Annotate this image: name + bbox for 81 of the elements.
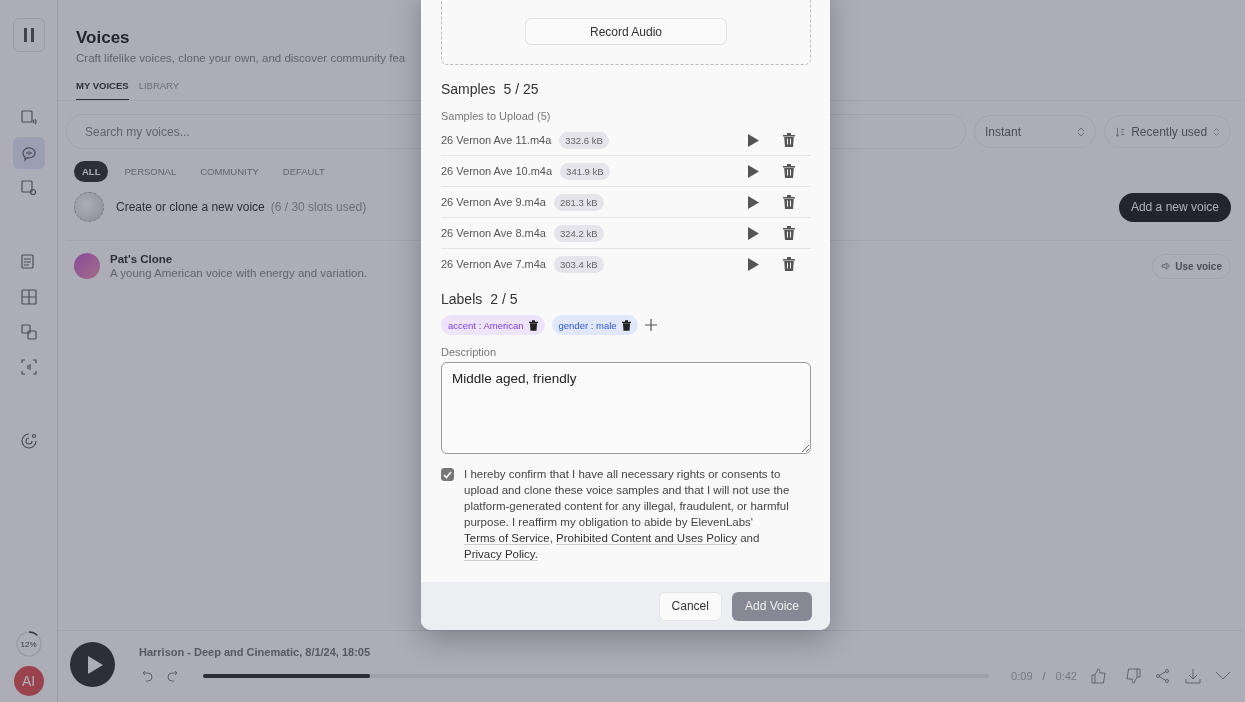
- page-subtitle: Craft lifelike voices, clone your own, and discover community fea: [76, 52, 407, 64]
- labels-count: 2 / 5: [490, 291, 518, 307]
- trash-icon[interactable]: [783, 226, 795, 240]
- play-icon: [85, 654, 104, 675]
- select-dropdown[interactable]: Instant: [974, 115, 1096, 148]
- voice-description: A young American voice with energy and variation.: [110, 267, 367, 279]
- dubbing-icon: [19, 288, 38, 306]
- trash-icon[interactable]: [783, 133, 795, 147]
- speaker-icon: [1161, 261, 1172, 271]
- file-size-badge: 303.4 kB: [554, 255, 604, 273]
- slots-count: (6 / 30 slots used): [270, 200, 367, 214]
- description-label: Description: [441, 346, 498, 358]
- play-icon[interactable]: [747, 133, 759, 147]
- sample-filename: 26 Vernon Ave 11.m4a: [441, 134, 552, 146]
- add-voice-button[interactable]: Add a new voice: [1118, 192, 1231, 222]
- sort-icon: [1115, 125, 1126, 138]
- check-icon: [443, 470, 452, 479]
- pause-icon: [22, 28, 35, 42]
- file-size-badge: 332.6 kB: [559, 131, 609, 149]
- label-tag: gender : male: [551, 315, 638, 335]
- labels-heading: Labels: [441, 291, 483, 307]
- cancel-button[interactable]: Cancel: [658, 591, 722, 621]
- policy-link[interactable]: Terms of Service: [464, 532, 550, 545]
- trash-icon[interactable]: [783, 257, 795, 271]
- text-speech-icon: [19, 109, 38, 127]
- track-title: Harrison - Deep and Cinematic, 8/1/24, 18:05: [139, 645, 372, 658]
- play-icon[interactable]: [747, 195, 759, 209]
- label-tag: accent : American: [441, 315, 545, 335]
- file-size-badge: 281.3 kB: [554, 193, 604, 211]
- file-size-badge: 324.2 kB: [554, 224, 604, 242]
- usage-meter: 12%: [14, 630, 43, 658]
- play-icon[interactable]: [747, 164, 759, 178]
- time-separator: /: [1042, 669, 1046, 682]
- voice-avatar: [74, 253, 100, 279]
- sample-filename: 26 Vernon Ave 7.m4a: [441, 258, 546, 270]
- thumbs-up-icon[interactable]: [1091, 667, 1109, 684]
- sound-icon: [19, 432, 38, 450]
- isolator-icon: [19, 358, 38, 376]
- create-voice-label: Create or clone a new voice: [116, 200, 265, 214]
- sample-filename: 26 Vernon Ave 10.m4a: [441, 165, 553, 177]
- voice-avatar: [74, 192, 104, 222]
- download-icon[interactable]: [1185, 667, 1201, 684]
- trash-icon[interactable]: [783, 195, 795, 209]
- thumbs-down-icon[interactable]: [1123, 667, 1141, 684]
- file-size-badge: 341.9 kB: [560, 162, 610, 180]
- share-icon[interactable]: [1155, 667, 1171, 684]
- voice-name: Pat's Clone: [110, 253, 174, 265]
- description-field[interactable]: Middle aged, friendly: [441, 362, 811, 454]
- page-title: Voices: [76, 28, 130, 48]
- trash-icon[interactable]: [783, 164, 795, 178]
- sample-filename: 26 Vernon Ave 9.m4a: [441, 196, 546, 208]
- up-down-chevron-icon: [1213, 126, 1220, 137]
- trash-icon[interactable]: [621, 319, 631, 331]
- select-dropdown[interactable]: Recently used: [1104, 115, 1231, 148]
- voices-nav-button[interactable]: [12, 137, 45, 169]
- up-down-chevron-icon: [1077, 126, 1085, 137]
- add-voice-submit-button[interactable]: Add Voice: [731, 591, 812, 621]
- progress-track[interactable]: [203, 673, 990, 678]
- sample-filename: 26 Vernon Ave 8.m4a: [441, 227, 546, 239]
- filter-chip[interactable]: ALL: [74, 161, 109, 182]
- tab[interactable]: MY VOICES: [76, 80, 129, 100]
- trash-icon[interactable]: [528, 319, 538, 331]
- chevron-down-icon[interactable]: [1215, 670, 1231, 681]
- add-icon[interactable]: [644, 319, 657, 331]
- policy-link[interactable]: Prohibited Content and Uses Policy: [556, 532, 737, 545]
- samples-count: 5 / 25: [503, 81, 539, 97]
- policy-link[interactable]: Privacy Policy.: [464, 548, 538, 561]
- pause-button[interactable]: [12, 18, 45, 52]
- upload-dropzone[interactable]: Record Audio: [441, 0, 811, 65]
- record-audio-button[interactable]: Record Audio: [525, 18, 727, 45]
- consent-text: I hereby confirm that I have all necessary rights or consents to upload and clone these voice samples and that I will not use the platform-generated content for any illegal, fraudulent, or harmful purpose. I reaffirm my obligation to abide by ElevenLabs' Terms of Service, Prohibited Content and Uses Policy and Privacy Policy.: [464, 467, 791, 562]
- play-icon[interactable]: [747, 226, 759, 240]
- translate-icon: [19, 323, 38, 341]
- samples-heading: Samples: [441, 81, 496, 97]
- upload-heading: Samples to Upload (5): [441, 110, 552, 122]
- voice-changer-icon: [19, 179, 38, 197]
- consent-checkbox[interactable]: [441, 468, 454, 481]
- play-icon[interactable]: [747, 257, 759, 271]
- play-button[interactable]: [70, 642, 115, 687]
- use-voice-button[interactable]: Use voice: [1152, 253, 1231, 279]
- voices-icon: [19, 144, 38, 162]
